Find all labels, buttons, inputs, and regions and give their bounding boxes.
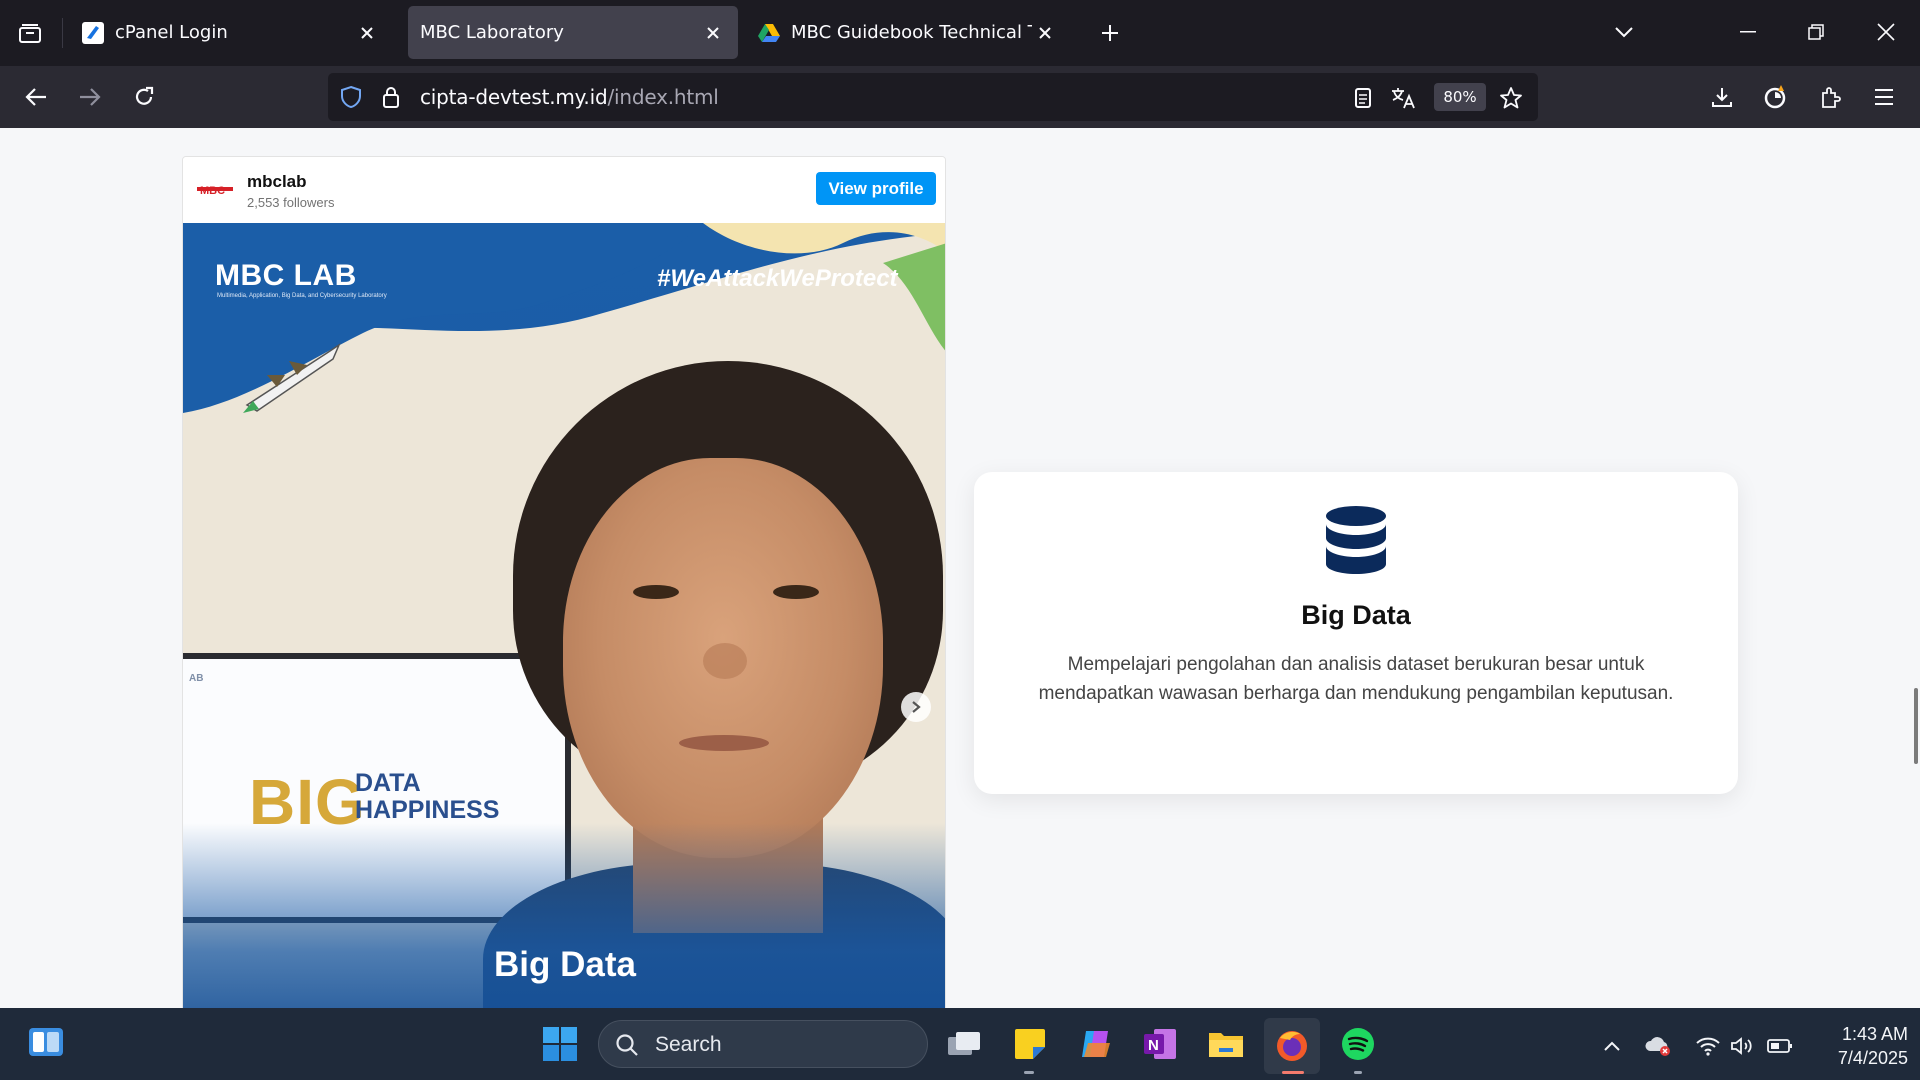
clock-date: 7/4/2025 <box>1837 1048 1908 1068</box>
translate-icon[interactable] <box>1390 85 1416 111</box>
tab-separator <box>62 18 63 48</box>
carousel-next-chevron-icon[interactable] <box>901 692 931 722</box>
person-mouth <box>679 735 769 751</box>
firefox-icon[interactable] <box>1264 1018 1320 1074</box>
volume-icon[interactable] <box>1728 1032 1756 1060</box>
big-data-feature-card: Big Data Mempelajari pengolahan dan anal… <box>974 472 1738 794</box>
svg-text:N: N <box>1148 1037 1159 1054</box>
sticky-notes-running-indicator <box>1024 1071 1034 1074</box>
tab-title: MBC Laboratory <box>420 22 564 43</box>
copilot-icon[interactable] <box>1076 1024 1116 1064</box>
monitor-lab-text: AB <box>189 673 204 684</box>
downloads-icon[interactable] <box>1704 79 1740 115</box>
restore-icon[interactable] <box>1798 14 1834 50</box>
bookmark-star-icon[interactable] <box>1498 85 1524 111</box>
instagram-followers: 2,553 followers <box>247 195 335 210</box>
tab-strip: cPanel Login MBC Laboratory MBC Guideboo… <box>0 0 1920 66</box>
post-brand-subtitle: Multimedia, Application, Big Data, and C… <box>217 293 387 299</box>
person-right-eye <box>773 585 819 599</box>
show-hidden-icons-chevron-icon[interactable] <box>1598 1032 1626 1060</box>
reader-view-icon[interactable] <box>1350 85 1376 111</box>
search-placeholder: Search <box>655 1033 722 1056</box>
hamburger-menu-icon[interactable] <box>1866 79 1902 115</box>
new-tab-icon[interactable] <box>1094 17 1126 49</box>
forward-arrow-icon[interactable] <box>72 79 108 115</box>
tracking-protection-shield-icon[interactable] <box>340 85 362 113</box>
minimize-icon[interactable] <box>1730 14 1766 50</box>
tab-mbc-laboratory[interactable]: MBC Laboratory <box>408 6 738 59</box>
instagram-embed: MBC mbclab 2,553 followers View profile … <box>182 156 946 1008</box>
lock-icon[interactable] <box>382 85 400 113</box>
list-all-tabs-chevron-icon[interactable] <box>1606 14 1642 50</box>
instagram-username[interactable]: mbclab <box>247 172 307 192</box>
task-view-icon[interactable] <box>944 1024 984 1064</box>
svg-text:MBC: MBC <box>200 185 225 196</box>
back-arrow-icon[interactable] <box>18 79 54 115</box>
url-text[interactable]: cipta-devtest.my.id/index.html <box>420 85 719 109</box>
widgets-icon[interactable] <box>28 1026 64 1062</box>
sticky-notes-icon[interactable] <box>1010 1024 1050 1064</box>
onenote-icon[interactable]: N <box>1140 1024 1180 1064</box>
account-icon[interactable] <box>1758 79 1794 115</box>
spotify-running-indicator <box>1354 1071 1362 1074</box>
onedrive-error-icon[interactable] <box>1644 1032 1672 1060</box>
taskbar-search-box[interactable]: Search <box>598 1020 928 1068</box>
tab-title: cPanel Login <box>115 22 228 43</box>
instagram-post-image[interactable]: MBC LAB Multimedia, Application, Big Dat… <box>183 223 945 1008</box>
spotify-icon[interactable] <box>1338 1024 1378 1064</box>
post-brand-logo: MBC LAB <box>215 259 357 292</box>
google-drive-icon <box>758 22 780 44</box>
navigation-toolbar: cipta-devtest.my.id/index.html 80% <box>0 66 1920 128</box>
cpanel-favicon-icon <box>82 21 104 44</box>
wifi-icon[interactable] <box>1694 1032 1722 1060</box>
zoom-level-badge[interactable]: 80% <box>1434 83 1486 111</box>
database-icon <box>1326 506 1386 574</box>
mbc-logo-icon[interactable]: MBC <box>197 181 233 197</box>
extensions-icon[interactable] <box>1812 79 1848 115</box>
view-profile-button[interactable]: View profile <box>816 172 936 205</box>
person-left-eye <box>633 585 679 599</box>
close-tab-icon[interactable] <box>700 20 726 46</box>
battery-icon[interactable] <box>1766 1032 1794 1060</box>
tab-mbc-guidebook[interactable]: MBC Guidebook Technical Test • <box>746 6 1070 59</box>
feature-card-title: Big Data <box>1301 600 1411 630</box>
close-window-icon[interactable] <box>1868 14 1904 50</box>
tab-cpanel-login[interactable]: cPanel Login <box>70 6 392 59</box>
page-scrollbar-thumb[interactable] <box>1914 688 1918 764</box>
person-nose <box>703 643 747 679</box>
page-viewport: MBC mbclab 2,553 followers View profile … <box>0 128 1920 1008</box>
file-explorer-icon[interactable] <box>1206 1024 1246 1064</box>
close-tab-icon[interactable] <box>354 20 380 46</box>
taskbar-clock[interactable]: 1:43 AM 7/4/2025 <box>1808 1022 1908 1070</box>
windows-start-icon[interactable] <box>540 1024 580 1064</box>
post-caption: Big Data <box>494 945 636 984</box>
windows-taskbar: Search N 1:43 AM 7/4/2025 <box>0 1008 1920 1080</box>
url-path: /index.html <box>607 85 719 109</box>
rocket-illustration-icon <box>243 342 341 413</box>
clock-time: 1:43 AM <box>1841 1024 1908 1044</box>
monitor-happiness-text: HAPPINESS <box>355 796 500 824</box>
firefox-active-indicator <box>1282 1071 1304 1074</box>
instagram-embed-header: MBC mbclab 2,553 followers View profile <box>183 157 945 223</box>
tab-title: MBC Guidebook Technical Test • <box>791 22 1032 43</box>
tab-list-icon[interactable] <box>14 17 46 49</box>
search-icon <box>615 1033 639 1061</box>
url-host: cipta-devtest.my.id <box>420 85 608 109</box>
feature-card-description: Mempelajari pengolahan dan analisis data… <box>1038 654 1674 704</box>
address-bar[interactable]: cipta-devtest.my.id/index.html 80% <box>328 73 1538 121</box>
close-tab-icon[interactable] <box>1032 20 1058 46</box>
monitor-data-text: DATA <box>355 769 421 797</box>
post-hashtag: #WeAttackWeProtect <box>657 265 898 292</box>
reload-icon[interactable] <box>126 79 162 115</box>
